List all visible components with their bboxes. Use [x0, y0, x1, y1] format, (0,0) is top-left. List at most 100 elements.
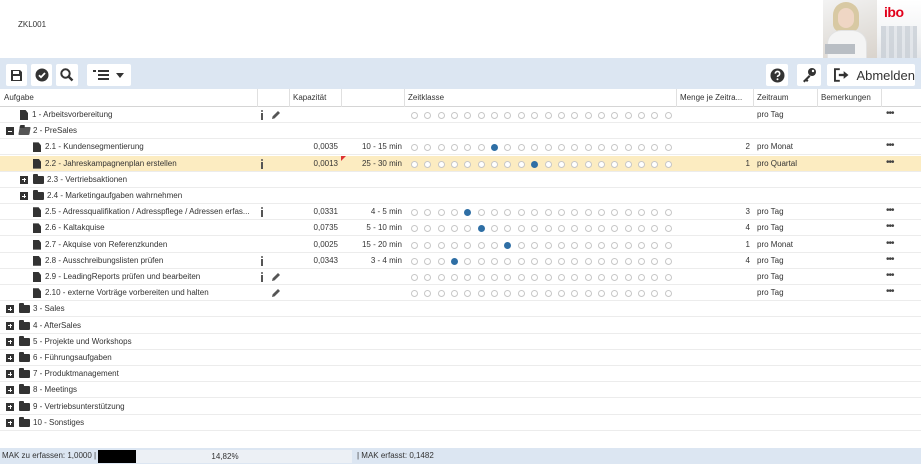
expand-icon[interactable] [6, 305, 14, 314]
more-options-icon[interactable]: ••• [886, 285, 894, 299]
time-class-option[interactable] [611, 225, 619, 233]
time-class-option[interactable] [411, 274, 418, 281]
time-class-option[interactable] [584, 225, 592, 233]
time-class-option[interactable] [571, 160, 579, 168]
check-button[interactable] [31, 64, 52, 86]
expand-icon[interactable] [6, 354, 14, 362]
time-class-option[interactable] [651, 257, 659, 265]
time-class-option[interactable] [437, 290, 445, 298]
time-class-option[interactable] [451, 209, 459, 217]
time-class-option[interactable] [531, 209, 539, 217]
table-row[interactable]: 7 - Produktmanagement [0, 366, 921, 383]
time-class-option[interactable] [624, 209, 632, 217]
time-class-option[interactable] [464, 225, 472, 233]
table-row[interactable]: 2 - PreSales [0, 123, 921, 140]
collapse-icon[interactable] [6, 127, 14, 136]
time-class-option-selected[interactable] [504, 241, 512, 249]
table-row[interactable]: 2.1 - Kundensegmentierung 0,0035 10 - 15 m… [0, 139, 921, 156]
time-class-option[interactable] [584, 290, 592, 298]
time-class-option[interactable] [411, 290, 418, 298]
time-class-option[interactable] [637, 209, 645, 217]
time-class-option[interactable] [531, 112, 539, 119]
time-class-option[interactable] [464, 144, 472, 152]
time-class-option[interactable] [664, 274, 672, 281]
expand-icon[interactable] [6, 337, 14, 346]
time-class-option[interactable] [557, 225, 565, 233]
time-class-option[interactable] [424, 209, 432, 217]
time-class-option[interactable] [451, 160, 459, 168]
time-class-option[interactable] [651, 144, 659, 152]
time-class-option[interactable] [637, 274, 645, 281]
time-class-option-selected[interactable] [491, 144, 499, 152]
time-class-option[interactable] [624, 160, 632, 168]
table-row-selected[interactable]: 2.2 - Jahreskampagnenplan erstellen 0,001… [0, 155, 921, 172]
time-class-option[interactable] [544, 257, 552, 265]
time-class-option[interactable] [584, 144, 592, 152]
time-class-option[interactable] [517, 225, 525, 233]
time-class-option[interactable] [531, 144, 539, 152]
time-class-option[interactable] [437, 257, 445, 265]
time-class-option[interactable] [531, 274, 539, 281]
time-class-option[interactable] [411, 112, 418, 119]
time-class-option[interactable] [411, 160, 418, 168]
time-class-option[interactable] [611, 241, 619, 249]
time-class-option[interactable] [411, 225, 418, 233]
time-class-option[interactable] [624, 257, 632, 265]
expand-icon[interactable] [20, 175, 28, 184]
time-class-option[interactable] [424, 274, 432, 281]
table-row[interactable]: 6 - Führungsaufgaben [0, 350, 921, 366]
time-class-option[interactable] [504, 144, 512, 152]
time-class-option[interactable] [437, 209, 445, 217]
time-class-option[interactable] [477, 274, 485, 281]
time-class-option[interactable] [451, 274, 459, 281]
time-class-option[interactable] [437, 144, 445, 152]
time-class-option[interactable] [557, 144, 565, 152]
time-class-option[interactable] [491, 290, 499, 298]
time-class-option[interactable] [411, 209, 418, 217]
time-class-option[interactable] [624, 225, 632, 233]
time-class-option[interactable] [611, 257, 619, 265]
time-class-option[interactable] [557, 241, 565, 249]
time-class-option[interactable] [624, 274, 632, 281]
time-class-option[interactable] [637, 225, 645, 233]
expand-icon[interactable] [6, 386, 14, 395]
edit-pencil-icon[interactable] [271, 288, 281, 298]
time-class-option[interactable] [597, 241, 605, 249]
expand-icon[interactable] [6, 321, 14, 330]
time-class-option[interactable] [504, 209, 512, 217]
time-class-option[interactable] [517, 241, 525, 249]
time-class-option[interactable] [651, 225, 659, 233]
time-class-option[interactable] [611, 160, 619, 168]
time-class-option[interactable] [664, 209, 672, 217]
time-class-option[interactable] [651, 160, 659, 168]
time-class-option[interactable] [544, 274, 552, 281]
table-row[interactable]: 2.10 - externe Vorträge vorbereiten und … [0, 285, 921, 302]
table-row[interactable]: 4 - AfterSales [0, 318, 921, 334]
time-class-option[interactable] [557, 274, 565, 281]
time-class-option[interactable] [464, 290, 472, 298]
time-class-option[interactable] [517, 257, 525, 265]
time-class-option[interactable] [544, 209, 552, 217]
time-class-option[interactable] [477, 290, 485, 298]
column-header-time-class[interactable]: Zeitklasse [404, 89, 676, 107]
table-row[interactable]: 2.4 - Marketingaufgaben wahrnehmen [0, 188, 921, 204]
time-class-option[interactable] [597, 112, 605, 119]
more-options-icon[interactable]: ••• [886, 156, 894, 170]
time-class-option[interactable] [664, 112, 672, 119]
time-class-option[interactable] [571, 209, 579, 217]
info-icon[interactable] [260, 255, 264, 266]
time-class-option-selected[interactable] [464, 209, 472, 217]
time-class-option[interactable] [517, 290, 525, 298]
table-row[interactable]: 8 - Meetings [0, 382, 921, 399]
time-class-option[interactable] [664, 144, 672, 152]
column-header-remarks[interactable]: Bemerkungen [817, 89, 881, 107]
time-class-option[interactable] [424, 290, 432, 298]
time-class-option[interactable] [491, 257, 499, 265]
table-row[interactable]: 10 - Sonstiges [0, 415, 921, 431]
column-header-amount[interactable]: Menge je Zeitra... [676, 89, 753, 107]
time-class-option[interactable] [651, 241, 659, 249]
time-class-option[interactable] [664, 257, 672, 265]
time-class-option[interactable] [411, 241, 418, 249]
time-class-option[interactable] [504, 290, 512, 298]
time-class-option[interactable] [664, 241, 672, 249]
